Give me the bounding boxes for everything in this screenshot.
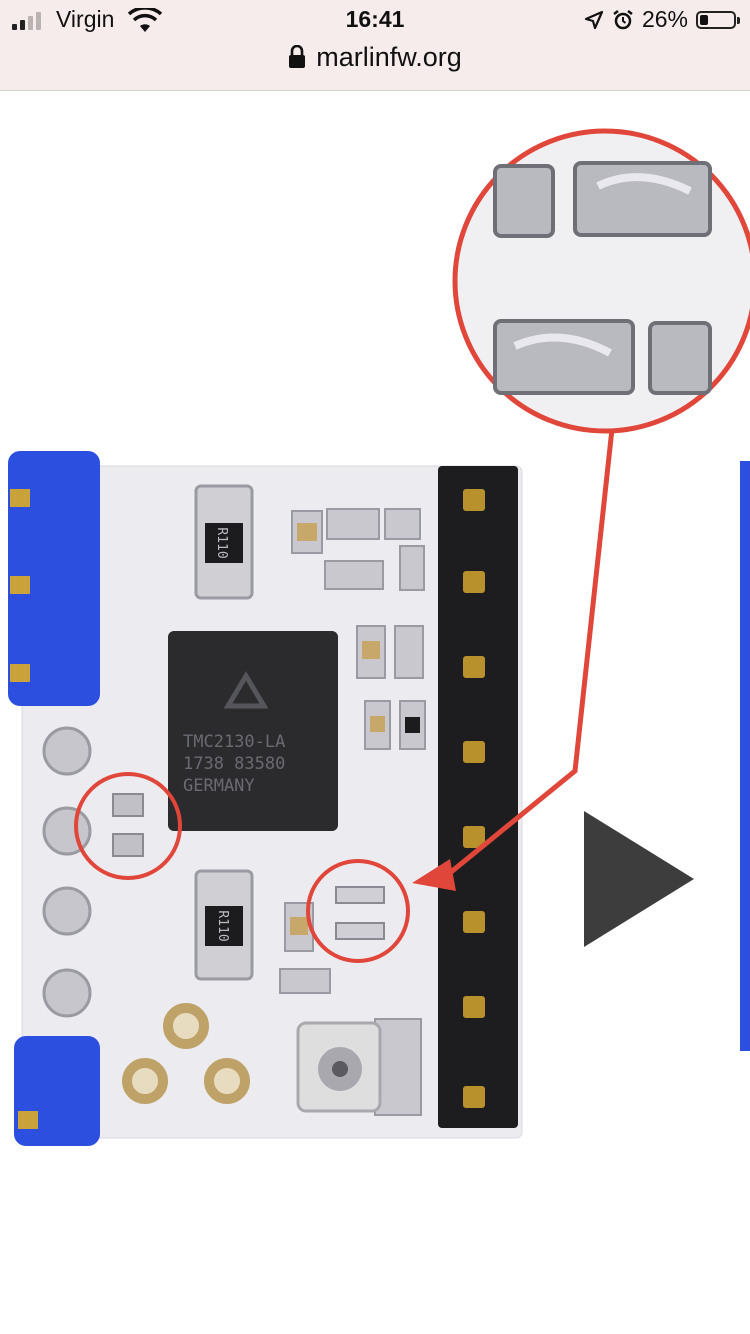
url-text: marlinfw.org: [316, 42, 462, 72]
stepper-driver-image: TMC2130-LA 1738 83580 GERMANY R110 R110: [8, 128, 750, 1146]
tmc2130-chip: [168, 631, 338, 831]
battery-icon: [696, 10, 740, 29]
alarm-icon: [613, 9, 633, 29]
resistor-label-top: R110: [214, 527, 229, 558]
blue-jumper-small: [14, 1036, 100, 1146]
lock-icon: [289, 45, 306, 68]
page-content: TMC2130-LA 1738 83580 GERMANY R110 R110: [0, 91, 750, 1334]
chip-text-line2: 1738 83580: [183, 754, 285, 774]
adjacent-slide-edge: [740, 461, 750, 1051]
right-pin-header: [438, 466, 518, 1128]
address-bar[interactable]: marlinfw.org: [0, 42, 750, 73]
chip-text-line3: GERMANY: [183, 776, 255, 796]
status-bar: Virgin 16:41 26% marlinfw.org: [0, 0, 750, 91]
chip-text-line1: TMC2130-LA: [183, 732, 285, 752]
play-arrow-icon[interactable]: [584, 811, 694, 947]
battery-percent: 26%: [641, 6, 688, 32]
resistor-label-bottom: R110: [215, 910, 230, 941]
battery-level: [700, 14, 708, 25]
location-icon: [584, 10, 604, 29]
